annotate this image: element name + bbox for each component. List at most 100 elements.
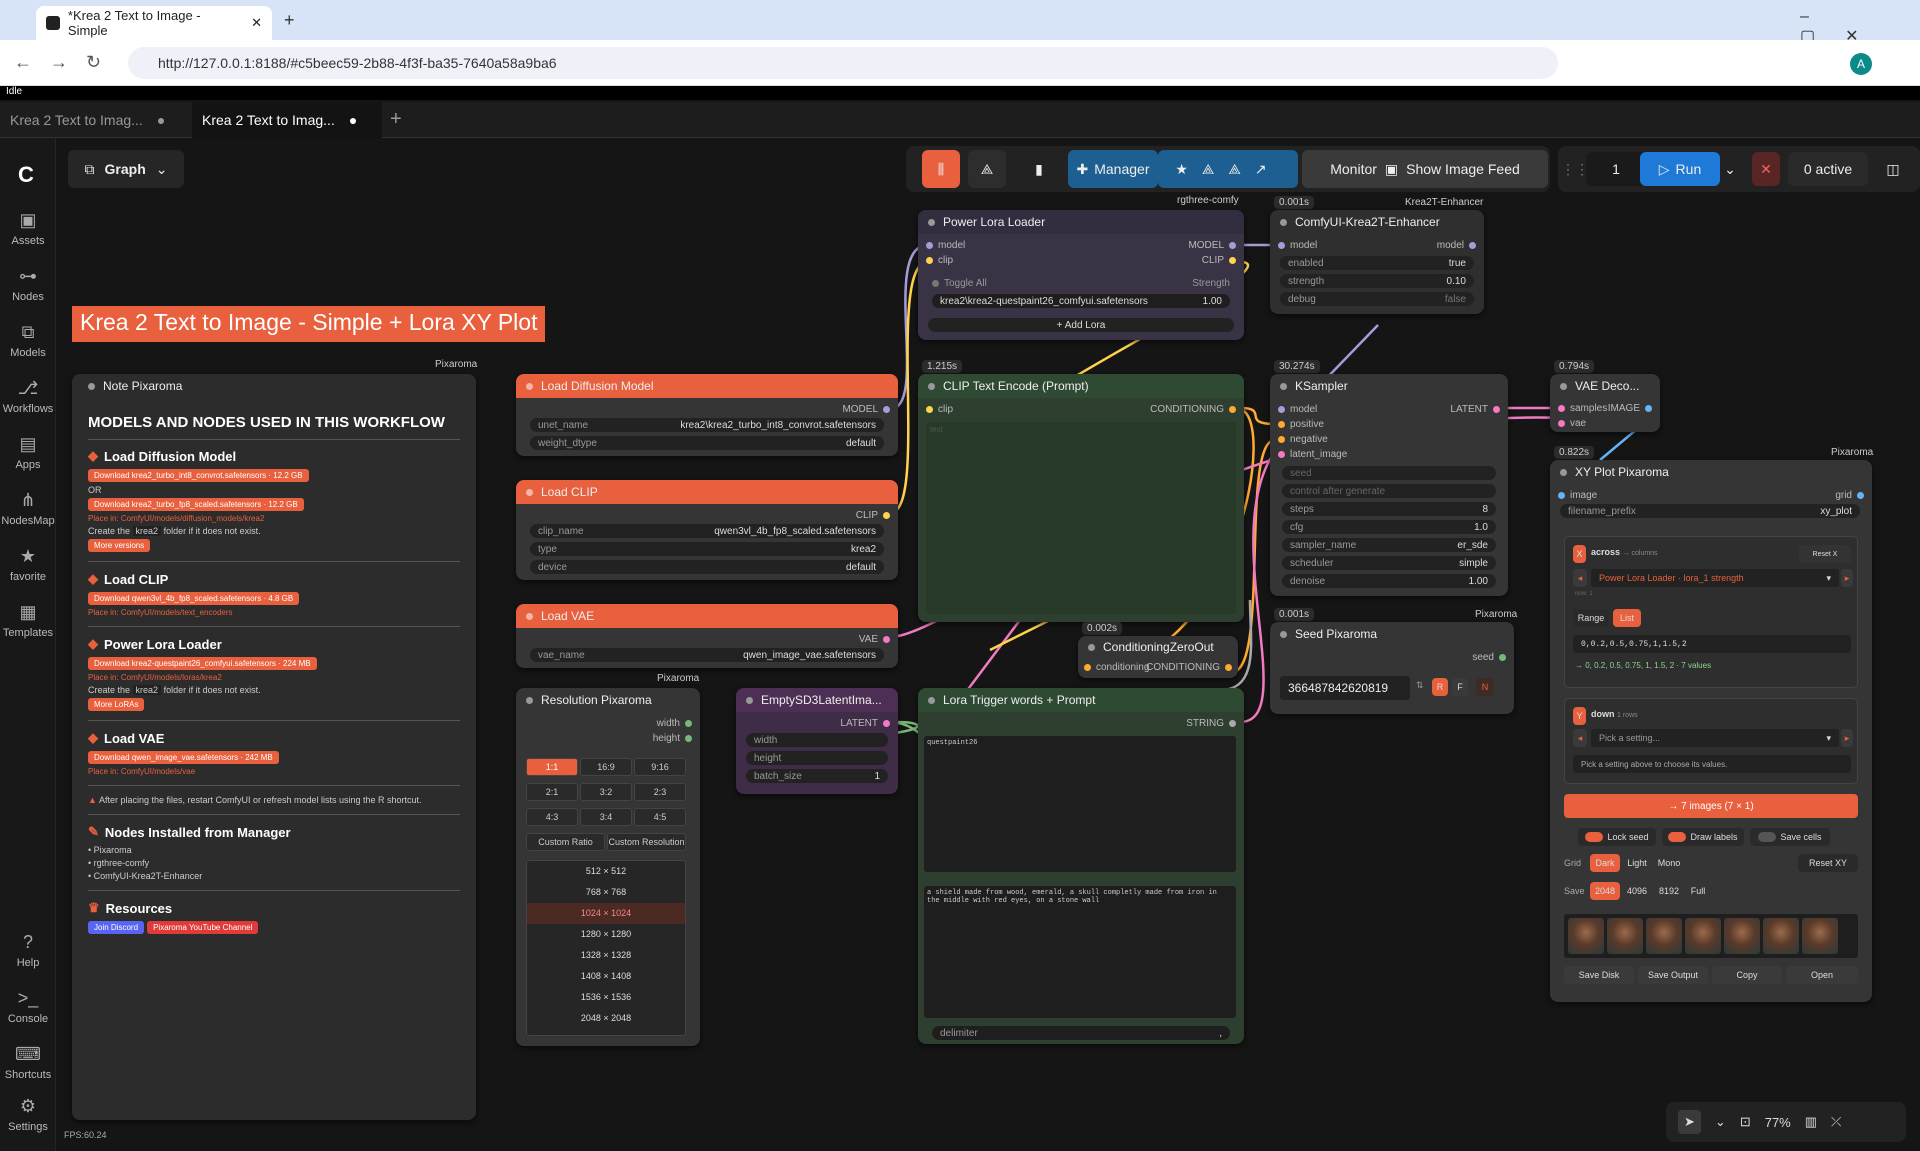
input-model[interactable]: model bbox=[1278, 240, 1317, 251]
download-link[interactable]: Download qwen_image_vae.safetensors · 24… bbox=[88, 751, 279, 764]
input-conditioning[interactable]: conditioning bbox=[1084, 662, 1149, 673]
unet-name-widget[interactable]: unet_name krea2\krea2_turbo_int8_convrot.… bbox=[530, 418, 884, 432]
prev-icon[interactable]: ◂ bbox=[1573, 569, 1587, 587]
cfg-widget[interactable]: cfg 1.0 bbox=[1282, 520, 1496, 534]
add-lora-button[interactable]: + Add Lora bbox=[928, 318, 1234, 332]
fit-view-icon[interactable]: ⊡ bbox=[1740, 1114, 1751, 1130]
range-tab[interactable]: Range bbox=[1573, 609, 1609, 627]
input-clip[interactable]: clip bbox=[926, 255, 953, 266]
collapse-dot-icon[interactable] bbox=[1280, 218, 1287, 226]
text-input[interactable]: text bbox=[926, 422, 1236, 614]
zoom-level[interactable]: 77% bbox=[1765, 1115, 1791, 1130]
stepper-icon[interactable]: ⇅ bbox=[1416, 680, 1424, 691]
conditioning-zero-out-node[interactable]: ConditioningZeroOut conditioning CONDITI… bbox=[1078, 636, 1238, 678]
output-string[interactable]: STRING bbox=[1186, 718, 1236, 729]
input-clip[interactable]: clip bbox=[926, 404, 953, 415]
width-widget[interactable]: width bbox=[746, 733, 888, 747]
output-image[interactable]: IMAGE bbox=[1608, 403, 1652, 414]
type-widget[interactable]: type krea2 bbox=[530, 542, 884, 556]
download-link[interactable]: Download krea2_turbo_int8_convrot.safete… bbox=[88, 469, 309, 482]
save-disk-button[interactable]: Save Disk bbox=[1564, 966, 1634, 984]
seed-widget[interactable]: seed bbox=[1282, 466, 1496, 480]
collapse-dot-icon[interactable] bbox=[928, 382, 935, 390]
copy-button[interactable]: Copy bbox=[1712, 966, 1782, 984]
reset-x-button[interactable]: Reset X bbox=[1799, 545, 1851, 563]
debug-toggle[interactable]: debug false bbox=[1280, 292, 1474, 306]
output-clip[interactable]: CLIP bbox=[856, 510, 890, 521]
size-option[interactable]: 1328 × 1328 bbox=[527, 945, 685, 966]
collapse-dot-icon[interactable] bbox=[526, 382, 533, 390]
across-setting-select[interactable]: Power Lora Loader · lora_1 strength ▾ bbox=[1591, 569, 1839, 587]
collapse-dot-icon[interactable] bbox=[928, 218, 935, 226]
output-model[interactable]: MODEL bbox=[842, 404, 890, 415]
grid-preview[interactable] bbox=[1564, 914, 1858, 958]
ratio-2-3[interactable]: 2:3 bbox=[634, 783, 686, 801]
next-icon[interactable]: ▸ bbox=[1841, 569, 1853, 587]
new-button[interactable]: N bbox=[1476, 678, 1494, 696]
enabled-toggle[interactable]: enabled true bbox=[1280, 256, 1474, 270]
prev-icon[interactable]: ◂ bbox=[1573, 729, 1587, 747]
ratio-1-1[interactable]: 1:1 bbox=[526, 758, 578, 776]
custom-resolution-button[interactable]: Custom Resolution bbox=[607, 833, 686, 851]
load-clip-node[interactable]: Load CLIP CLIP clip_name qwen3vl_4b_fp8_s… bbox=[516, 480, 898, 580]
lock-seed-toggle[interactable]: Lock seed bbox=[1578, 828, 1656, 846]
ratio-16-9[interactable]: 16:9 bbox=[580, 758, 632, 776]
random-button[interactable]: R bbox=[1432, 678, 1448, 696]
power-lora-node[interactable]: Power Lora Loader model clip MODEL CLIP … bbox=[918, 210, 1244, 340]
node-header[interactable]: ConditioningZeroOut bbox=[1078, 636, 1238, 658]
size-option-selected[interactable]: 1024 × 1024 bbox=[527, 903, 685, 924]
output-latent[interactable]: LATENT bbox=[1450, 404, 1500, 415]
enhancer-node[interactable]: ComfyUI-Krea2T-Enhancer model model enab… bbox=[1270, 210, 1484, 314]
output-latent[interactable]: LATENT bbox=[840, 718, 890, 729]
filename-prefix-widget[interactable]: filename_prefix xy_plot bbox=[1560, 504, 1860, 518]
output-conditioning[interactable]: CONDITIONING bbox=[1146, 662, 1232, 673]
vae-decode-node[interactable]: VAE Deco... samples vae IMAGE bbox=[1550, 374, 1660, 432]
node-header[interactable]: VAE Deco... bbox=[1550, 374, 1660, 398]
collapse-dot-icon[interactable] bbox=[88, 382, 95, 390]
node-header[interactable]: XY Plot Pixaroma bbox=[1550, 460, 1872, 484]
output-vae[interactable]: VAE bbox=[859, 634, 890, 645]
ratio-4-3[interactable]: 4:3 bbox=[526, 808, 578, 826]
ratio-3-4[interactable]: 3:4 bbox=[580, 808, 632, 826]
collapse-dot-icon[interactable] bbox=[1088, 643, 1095, 651]
sampler-widget[interactable]: sampler_name er_sde bbox=[1282, 538, 1496, 552]
input-model[interactable]: model bbox=[1278, 404, 1317, 415]
fixed-button[interactable]: F bbox=[1452, 678, 1468, 696]
more-loras-button[interactable]: More LoRAs bbox=[88, 698, 145, 711]
trigger-words-node[interactable]: Lora Trigger words + Prompt STRING quest… bbox=[918, 688, 1244, 1044]
light-theme-button[interactable]: Light bbox=[1622, 854, 1652, 872]
collapse-dot-icon[interactable] bbox=[526, 612, 533, 620]
input-model[interactable]: model bbox=[926, 240, 965, 251]
youtube-button[interactable]: Pixaroma YouTube Channel bbox=[147, 921, 259, 934]
load-diffusion-node[interactable]: Load Diffusion Model MODEL unet_name krea… bbox=[516, 374, 898, 456]
node-header[interactable]: Load Diffusion Model bbox=[516, 374, 898, 398]
trigger-words-input[interactable]: questpaint26 bbox=[924, 736, 1236, 872]
draw-labels-toggle[interactable]: Draw labels bbox=[1662, 828, 1744, 846]
ratio-2-1[interactable]: 2:1 bbox=[526, 783, 578, 801]
output-clip[interactable]: CLIP bbox=[1202, 255, 1236, 266]
empty-latent-node[interactable]: EmptySD3LatentIma... LATENT width height… bbox=[736, 688, 898, 794]
output-seed[interactable]: seed bbox=[1472, 652, 1506, 663]
scheduler-widget[interactable]: scheduler simple bbox=[1282, 556, 1496, 570]
input-latent-image[interactable]: latent_image bbox=[1278, 449, 1347, 460]
size-option[interactable]: 2048 × 2048 bbox=[527, 1008, 685, 1029]
seed-input[interactable]: 366487842620819 bbox=[1280, 676, 1410, 700]
delimiter-widget[interactable]: delimiter, bbox=[932, 1026, 1230, 1040]
xy-plot-node[interactable]: XY Plot Pixaroma image grid filename_pre… bbox=[1550, 460, 1872, 1002]
mono-theme-button[interactable]: Mono bbox=[1654, 854, 1684, 872]
input-image[interactable]: image bbox=[1558, 490, 1597, 501]
size-option[interactable]: 1536 × 1536 bbox=[527, 987, 685, 1008]
save-4096-button[interactable]: 4096 bbox=[1622, 882, 1652, 900]
open-button[interactable]: Open bbox=[1786, 966, 1858, 984]
device-widget[interactable]: device default bbox=[530, 560, 884, 574]
resolution-node[interactable]: Resolution Pixaroma width height 1:1 16:… bbox=[516, 688, 700, 1046]
discord-button[interactable]: Join Discord bbox=[88, 921, 145, 934]
vae-name-widget[interactable]: vae_name qwen_image_vae.safetensors bbox=[530, 648, 884, 662]
download-link[interactable]: Download krea2_turbo_fp8_scaled.safetens… bbox=[88, 498, 304, 511]
save-full-button[interactable]: Full bbox=[1686, 882, 1710, 900]
lora-row[interactable]: krea2\krea2-questpaint26_comfyui.safeten… bbox=[932, 294, 1230, 308]
pointer-icon[interactable]: ➤ bbox=[1678, 1110, 1701, 1134]
denoise-widget[interactable]: denoise 1.00 bbox=[1282, 574, 1496, 588]
input-negative[interactable]: negative bbox=[1278, 434, 1328, 445]
node-header[interactable]: Note Pixaroma bbox=[88, 374, 460, 398]
